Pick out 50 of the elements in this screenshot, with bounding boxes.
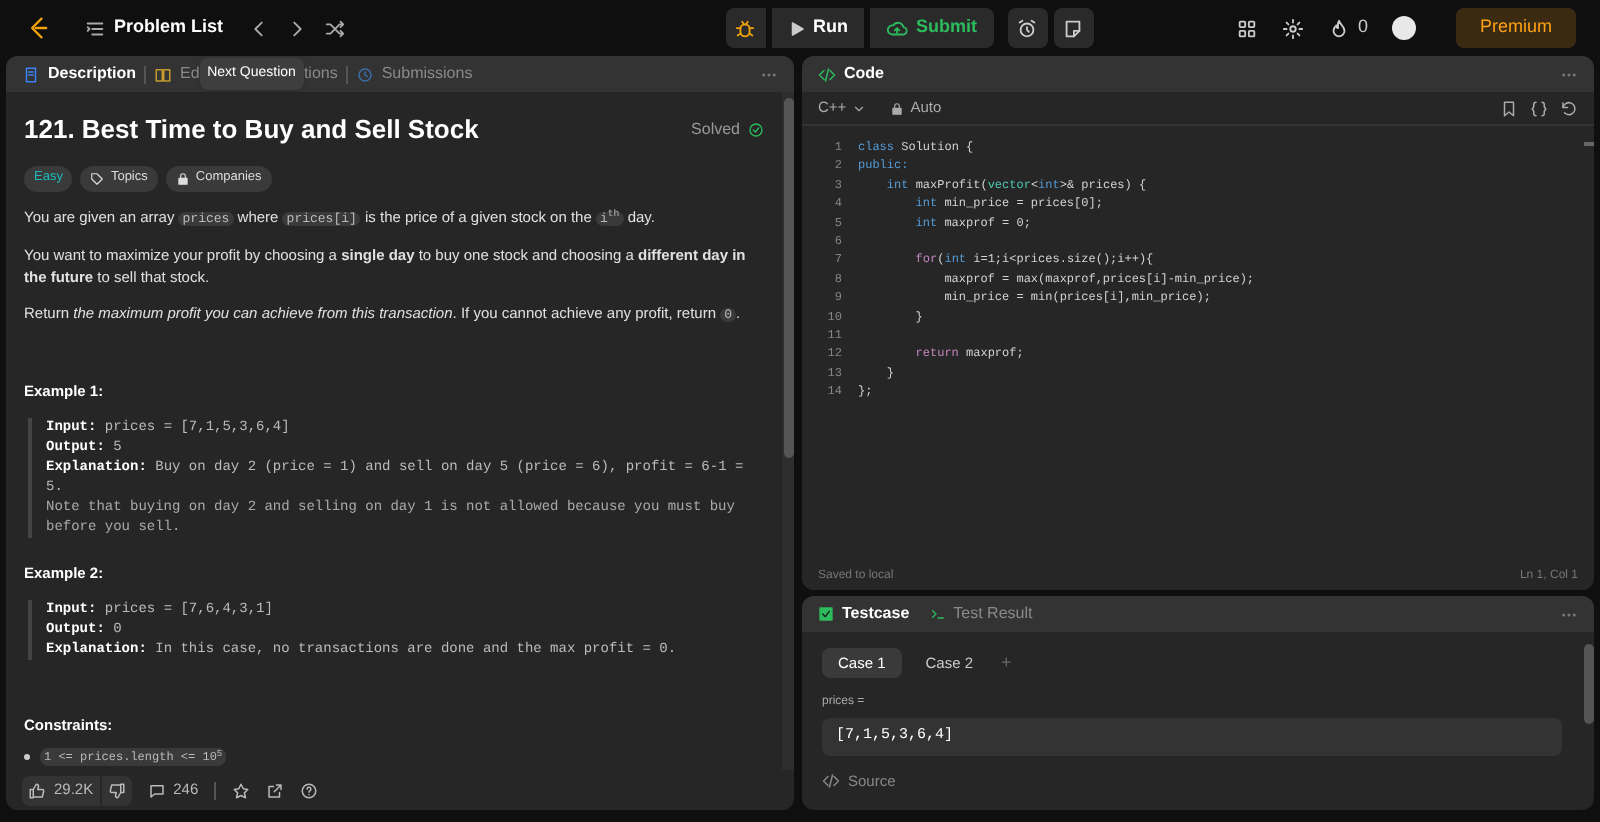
submit-button[interactable]: Submit [870, 8, 994, 48]
document-icon [22, 65, 40, 83]
thumbs-up-icon [28, 781, 46, 799]
tab[interactable]: Testcase [818, 602, 910, 626]
panel-title: Code [844, 62, 884, 86]
premium-button[interactable]: Premium [1455, 8, 1576, 48]
timer-button[interactable] [1007, 8, 1048, 48]
streak-count: 0 [1357, 14, 1368, 41]
flame-icon [1327, 17, 1350, 39]
run-button[interactable]: Run [771, 8, 865, 48]
terminal-icon [929, 606, 946, 622]
note-icon [1062, 17, 1085, 39]
notes-button[interactable] [1053, 8, 1094, 48]
undo-icon[interactable] [1560, 99, 1578, 117]
code-icon [822, 772, 840, 791]
problem-title: 121. Best Time to Buy and Sell Stock [24, 112, 479, 148]
bug-icon [734, 17, 757, 39]
dislike-button[interactable] [101, 775, 132, 805]
bookmark-icon[interactable] [1500, 99, 1518, 117]
checkbox-icon [818, 606, 834, 622]
lock-icon [890, 101, 905, 115]
bullet-icon [24, 754, 30, 761]
problem-list-button[interactable]: Problem List [84, 14, 224, 42]
cloud-upload-icon [886, 17, 909, 39]
tab[interactable]: Description [22, 62, 137, 86]
tab[interactable]: tions [303, 62, 338, 86]
clock-icon [355, 65, 374, 83]
tag-icon [90, 171, 105, 185]
tab[interactable]: Submissions [355, 62, 473, 86]
scrollbar[interactable] [782, 92, 794, 770]
share-icon[interactable] [266, 781, 285, 799]
shuffle-icon[interactable] [323, 17, 346, 39]
debug-button[interactable] [725, 8, 766, 48]
help-icon[interactable] [300, 781, 319, 799]
list-icon [84, 17, 106, 39]
code-icon [818, 65, 836, 83]
comment-icon [147, 781, 166, 799]
lock-icon [175, 171, 190, 185]
alarm-clock-icon [1016, 17, 1039, 39]
tab[interactable]: Test Result [929, 602, 1033, 626]
solved-status: Solved [691, 117, 740, 142]
play-icon [787, 19, 806, 37]
grid-icon[interactable] [1235, 17, 1258, 39]
check-circle-icon [748, 121, 764, 138]
book-icon [154, 65, 173, 83]
star-icon[interactable] [232, 781, 251, 799]
chevron-down-icon [852, 101, 867, 115]
braces-icon[interactable] [1530, 99, 1548, 117]
thumbs-down-icon [107, 781, 126, 799]
avatar[interactable] [1391, 16, 1416, 40]
